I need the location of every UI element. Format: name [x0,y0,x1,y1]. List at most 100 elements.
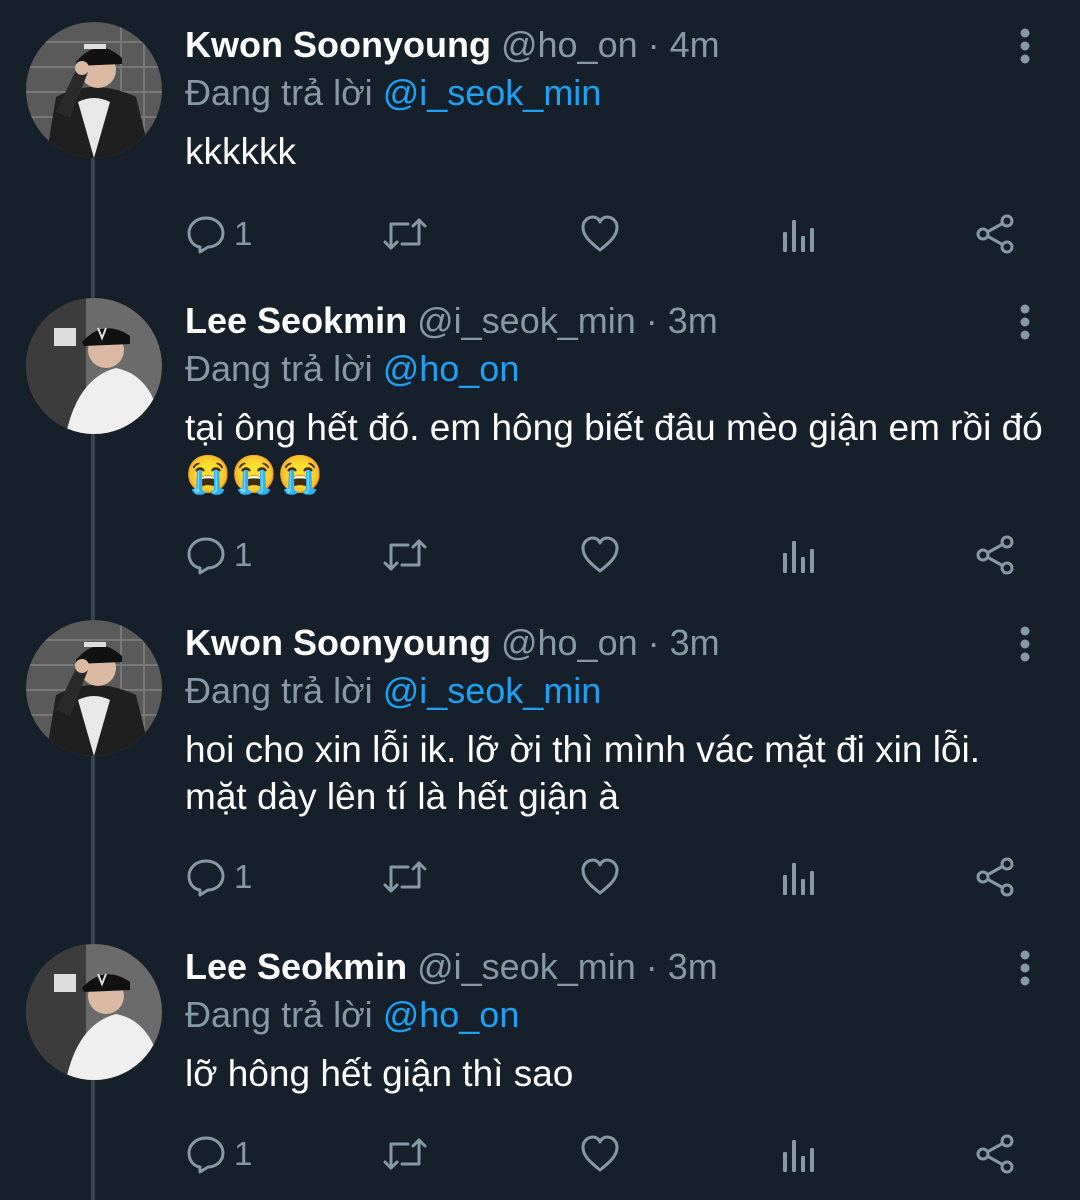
share-icon [976,535,1014,575]
analytics-icon [783,541,814,573]
timestamp[interactable]: 3m [668,946,718,987]
display-name[interactable]: Lee Seokmin [185,300,407,341]
tweet[interactable]: Kwon Soonyoung @ho_on · 4m Đang trả lời … [0,22,1080,300]
like-icon [581,858,619,895]
tweet-actions: 1 [0,852,1080,902]
replying-to: Đang trả lời @ho_on [185,992,519,1038]
tweet-header: Kwon Soonyoung @ho_on · 4m [185,22,720,68]
more-options-button[interactable] [1010,26,1040,66]
reply-button[interactable]: 1 [186,852,252,902]
mention-link[interactable]: @ho_on [383,994,520,1035]
user-handle[interactable]: @i_seok_min [417,946,636,987]
mention-link[interactable]: @i_seok_min [383,72,602,113]
like-button[interactable] [580,852,620,902]
replying-prefix: Đang trả lời [185,994,383,1035]
thread-connector [91,756,95,944]
replying-to: Đang trả lời @ho_on [185,346,519,392]
separator-dot: · [647,622,660,663]
share-icon [976,1134,1014,1174]
reply-icon [187,859,225,897]
avatar[interactable] [26,22,162,158]
replying-prefix: Đang trả lời [185,670,383,711]
share-button[interactable] [974,1129,1016,1179]
retweet-icon [383,218,427,250]
avatar[interactable] [26,620,162,756]
retweet-icon [383,861,427,893]
tweet-header: Lee Seokmin @i_seok_min · 3m [185,944,718,990]
user-handle[interactable]: @ho_on [501,622,638,663]
retweet-button[interactable] [382,209,428,259]
like-button[interactable] [580,1129,620,1179]
tweet-text: lỡ hông hết giận thì sao [185,1053,574,1094]
retweet-button[interactable] [382,1129,428,1179]
analytics-button[interactable] [779,1129,819,1179]
like-button[interactable] [580,530,620,580]
mention-link[interactable]: @i_seok_min [383,670,602,711]
reply-thread: Kwon Soonyoung @ho_on · 4m Đang trả lời … [0,0,1080,1200]
timestamp[interactable]: 4m [670,24,720,65]
mention-link[interactable]: @ho_on [383,348,520,389]
more-vertical-icon [1020,626,1030,662]
reply-icon [187,537,225,575]
separator-dot: · [645,300,658,341]
tweet[interactable]: Lee Seokmin @i_seok_min · 3m Đang trả lờ… [0,298,1080,620]
tweet-text: kkkkkk [185,131,296,172]
more-options-button[interactable] [1010,948,1040,988]
display-name[interactable]: Lee Seokmin [185,946,407,987]
timestamp[interactable]: 3m [670,622,720,663]
more-options-button[interactable] [1010,624,1040,664]
retweet-icon [383,1138,427,1170]
analytics-icon [783,1140,814,1172]
reply-button[interactable]: 1 [186,530,252,580]
share-button[interactable] [974,530,1016,580]
like-icon [581,215,619,252]
analytics-icon [783,863,814,895]
analytics-button[interactable] [779,530,819,580]
tweet[interactable]: Lee Seokmin @i_seok_min · 3m Đang trả lờ… [0,944,1080,1200]
reply-count: 1 [234,536,253,573]
more-vertical-icon [1020,28,1030,64]
user-handle[interactable]: @ho_on [501,24,638,65]
separator-dot: · [647,24,660,65]
replying-prefix: Đang trả lời [185,72,383,113]
tweet-actions: 1 [0,530,1080,580]
more-vertical-icon [1020,950,1030,986]
replying-to: Đang trả lời @i_seok_min [185,668,601,714]
tweet-text: tại ông hết đó. em hông biết đâu mèo giậ… [185,407,1043,495]
analytics-button[interactable] [779,209,819,259]
reply-count: 1 [234,858,253,895]
share-button[interactable] [974,852,1016,902]
share-button[interactable] [974,209,1016,259]
avatar[interactable] [26,298,162,434]
share-icon [976,214,1014,254]
tweet-header: Kwon Soonyoung @ho_on · 3m [185,620,720,666]
user-handle[interactable]: @i_seok_min [417,300,636,341]
display-name[interactable]: Kwon Soonyoung [185,622,491,663]
tweet-actions: 1 [0,1129,1080,1179]
tweet-actions: 1 [0,209,1080,259]
thread-connector [91,434,95,620]
analytics-button[interactable] [779,852,819,902]
retweet-button[interactable] [382,530,428,580]
more-options-button[interactable] [1010,302,1040,342]
retweet-icon [383,539,427,571]
replying-to: Đang trả lời @i_seok_min [185,70,601,116]
reply-count: 1 [234,1135,253,1172]
timestamp[interactable]: 3m [668,300,718,341]
reply-button[interactable]: 1 [186,1129,252,1179]
avatar[interactable] [26,944,162,1080]
analytics-icon [783,220,814,252]
like-icon [581,1135,619,1172]
like-icon [581,536,619,573]
tweet-header: Lee Seokmin @i_seok_min · 3m [185,298,718,344]
tweet-text: hoi cho xin lỗi ik. lỡ ời thì mình vác m… [185,729,980,817]
reply-button[interactable]: 1 [186,209,252,259]
like-button[interactable] [580,209,620,259]
retweet-button[interactable] [382,852,428,902]
display-name[interactable]: Kwon Soonyoung [185,24,491,65]
tweet[interactable]: Kwon Soonyoung @ho_on · 3m Đang trả lời … [0,620,1080,944]
reply-count: 1 [234,215,253,252]
replying-prefix: Đang trả lời [185,348,383,389]
more-vertical-icon [1020,304,1030,340]
reply-icon [187,1136,225,1174]
